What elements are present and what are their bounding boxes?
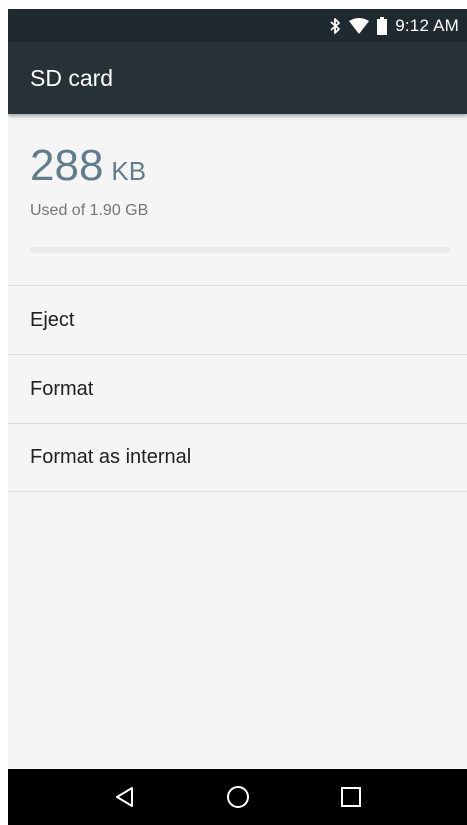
bluetooth-icon <box>329 17 341 35</box>
used-amount-unit: KB <box>111 156 147 186</box>
status-time: 9:12 AM <box>395 15 459 35</box>
page-title: SD card <box>30 64 114 91</box>
used-amount: 288 KB <box>30 144 148 188</box>
usage-summary: Used of 1.90 GB <box>30 202 149 219</box>
used-amount-value: 288 <box>30 141 104 190</box>
storage-progress-bar <box>30 247 450 253</box>
storage-usage: 288 KB Used of 1.90 GB <box>30 144 148 220</box>
wifi-icon <box>349 17 370 34</box>
status-bar: 9:12 AM <box>8 9 467 42</box>
format-item[interactable]: Format <box>8 354 467 423</box>
eject-item[interactable]: Eject <box>8 285 467 354</box>
storage-actions-list: Eject Format Format as internal <box>8 285 467 492</box>
back-icon[interactable] <box>101 773 149 821</box>
recents-icon[interactable] <box>327 773 375 821</box>
battery-icon <box>377 16 388 35</box>
content-area: 288 KB Used of 1.90 GB Eject Format Form… <box>8 114 467 769</box>
home-icon[interactable] <box>214 773 262 821</box>
navigation-bar <box>8 769 467 825</box>
app-bar: SD card <box>8 42 467 114</box>
format-as-internal-item[interactable]: Format as internal <box>8 423 467 492</box>
settings-screen: 9:12 AM SD card 288 KB Used of 1.90 GB E… <box>8 9 467 825</box>
